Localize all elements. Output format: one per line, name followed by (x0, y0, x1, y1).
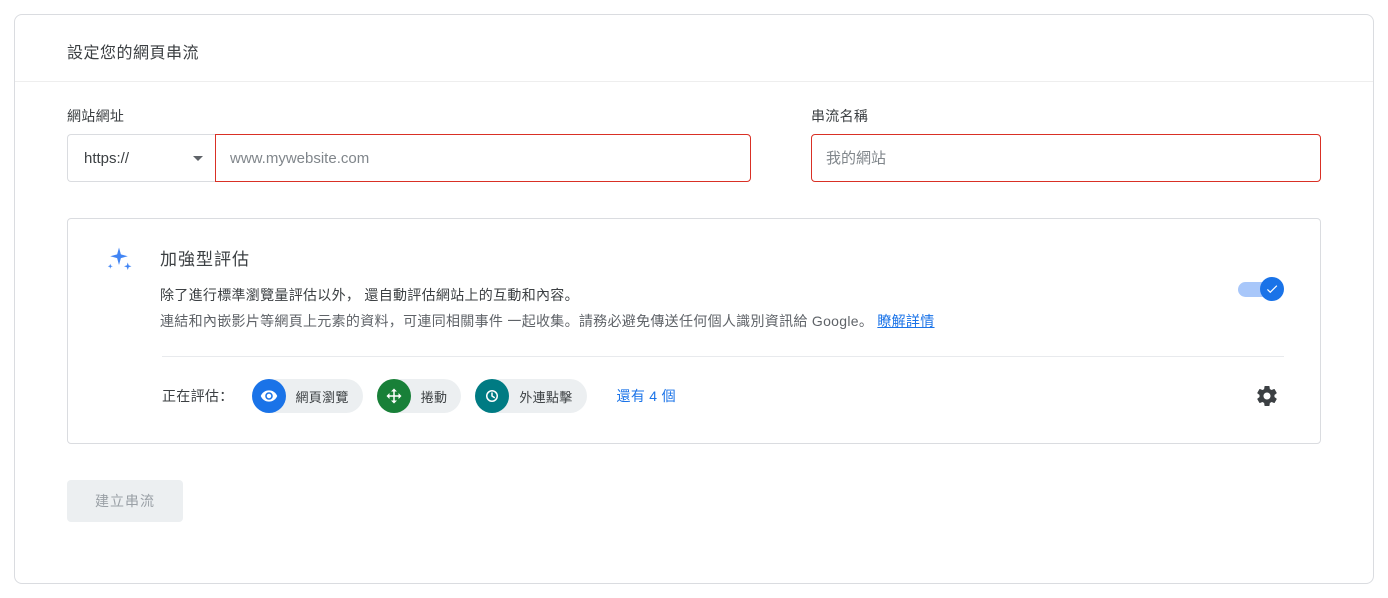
stream-name-input[interactable] (811, 134, 1321, 182)
card-body: 網站網址 https:// 串流名稱 (15, 82, 1373, 546)
enhanced-toggle-wrap (1236, 277, 1284, 301)
enhanced-measurement-panel: 加強型評估 除了進行標準瀏覽量評估以外， 還自動評估網站上的互動和內容。 連結和… (67, 218, 1321, 444)
panel-content: 加強型評估 除了進行標準瀏覽量評估以外， 還自動評估網站上的互動和內容。 連結和… (160, 245, 1210, 334)
measuring-label: 正在評估： (162, 386, 234, 406)
more-measurements-link[interactable]: 還有 4 個 (617, 386, 676, 406)
enhanced-title: 加強型評估 (160, 245, 1210, 270)
fields-row: 網站網址 https:// 串流名稱 (67, 106, 1321, 182)
stream-name-group: 串流名稱 (811, 106, 1321, 182)
card-title: 設定您的網頁串流 (15, 15, 1373, 82)
protocol-select[interactable]: https:// (67, 134, 215, 182)
learn-more-link[interactable]: 瞭解詳情 (877, 313, 934, 329)
chip-scroll: 捲動 (377, 379, 462, 413)
check-icon (1265, 282, 1279, 296)
enhanced-description: 除了進行標準瀏覽量評估以外， 還自動評估網站上的互動和內容。 連結和內嵌影片等網… (160, 282, 1210, 334)
enhanced-toggle[interactable] (1236, 277, 1284, 301)
chip-scroll-label: 捲動 (421, 387, 448, 406)
chevron-down-icon (193, 156, 203, 161)
sparkle-icon (104, 245, 134, 280)
url-input-row: https:// (67, 134, 751, 182)
gear-icon (1255, 384, 1279, 408)
pageview-icon (252, 379, 286, 413)
enhanced-settings-button[interactable] (1250, 379, 1284, 413)
website-url-input[interactable] (215, 134, 751, 182)
scroll-icon (377, 379, 411, 413)
website-url-group: 網站網址 https:// (67, 106, 751, 182)
panel-divider (162, 356, 1284, 357)
desc-line-2: 連結和內嵌影片等網頁上元素的資料，可連同相關事件 一起收集。請務必避免傳送任何個… (160, 313, 873, 329)
desc-line-1: 除了進行標準瀏覽量評估以外， 還自動評估網站上的互動和內容。 (160, 287, 579, 303)
chip-outbound: 外連點擊 (475, 379, 586, 413)
measuring-row: 正在評估： 網頁瀏覽 捲動 (162, 379, 1284, 413)
toggle-thumb (1260, 277, 1284, 301)
website-url-label: 網站網址 (67, 106, 751, 126)
panel-top: 加強型評估 除了進行標準瀏覽量評估以外， 還自動評估網站上的互動和內容。 連結和… (104, 245, 1284, 334)
chip-pageview-label: 網頁瀏覽 (296, 387, 349, 406)
chip-outbound-label: 外連點擊 (519, 387, 572, 406)
stream-setup-card: 設定您的網頁串流 網站網址 https:// 串流名稱 (14, 14, 1374, 584)
create-stream-button[interactable]: 建立串流 (67, 480, 183, 522)
outbound-icon (475, 379, 509, 413)
chip-pageview: 網頁瀏覽 (252, 379, 363, 413)
stream-name-label: 串流名稱 (811, 106, 1321, 126)
protocol-value: https:// (84, 150, 129, 167)
chips-container: 網頁瀏覽 捲動 外連點擊 還有 4 個 (252, 379, 1251, 413)
